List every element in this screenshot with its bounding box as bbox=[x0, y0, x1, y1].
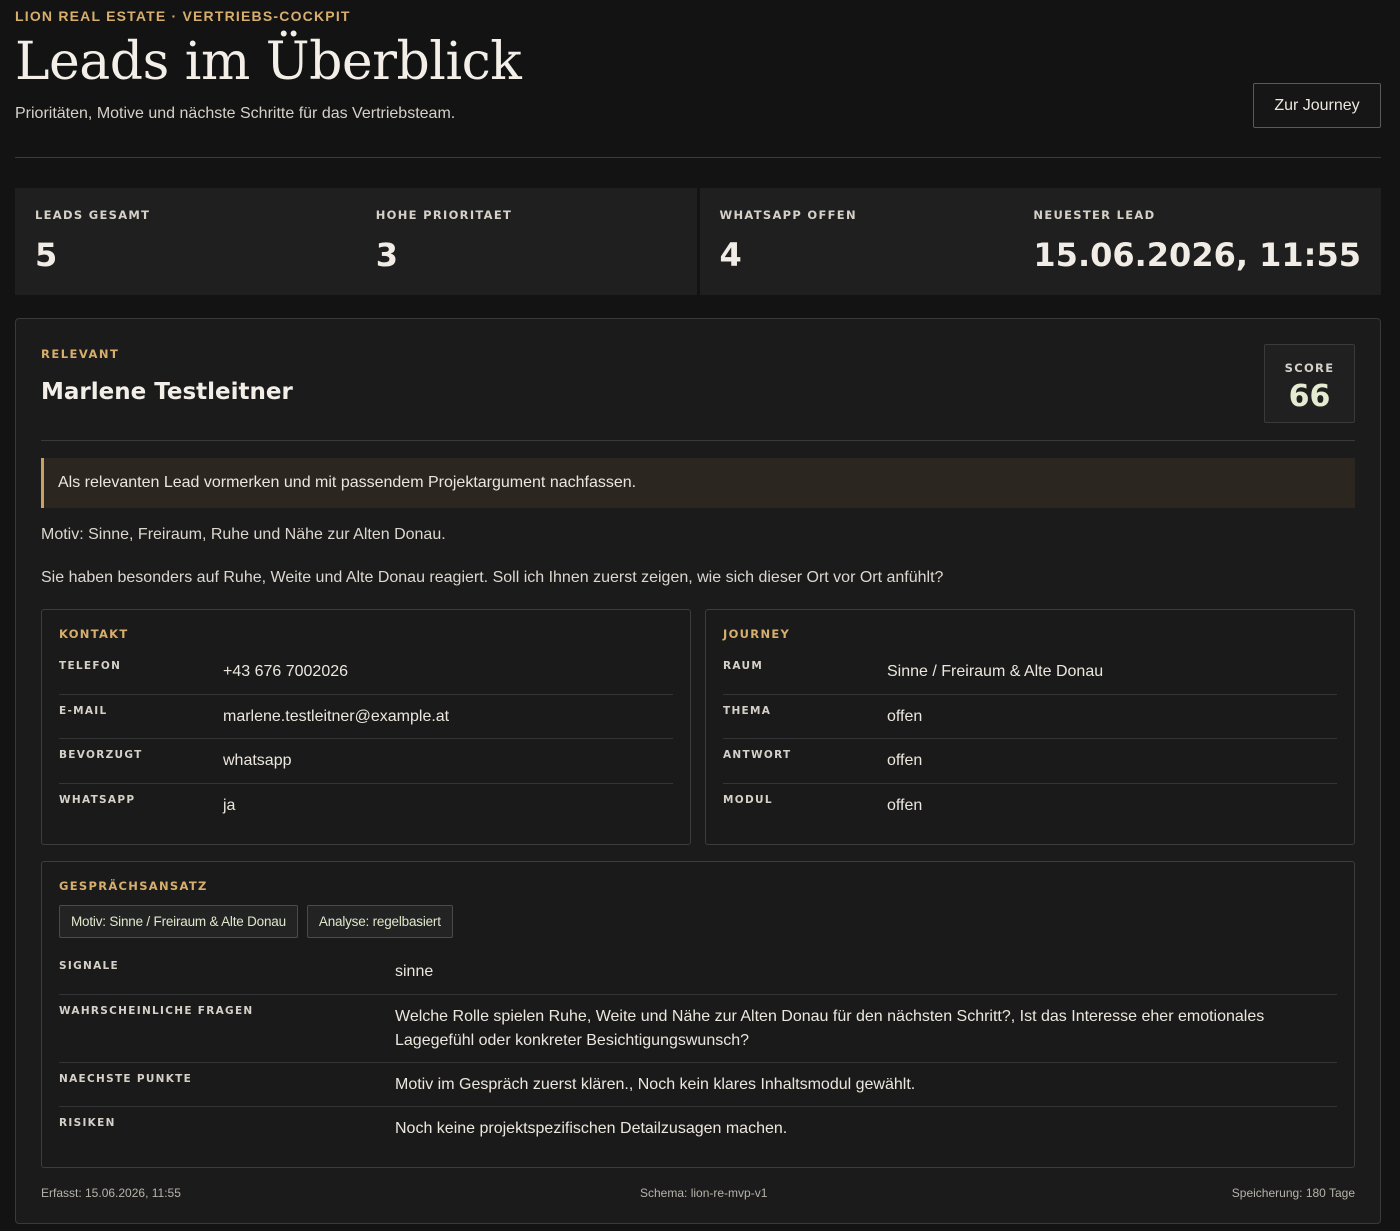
conversation-hook-text: Sie haben besonders auf Ruhe, Weite und … bbox=[41, 569, 944, 586]
contact-row-preferred: BEVORZUGT whatsapp bbox=[59, 739, 673, 784]
row-value: sinne bbox=[395, 963, 434, 980]
contact-rows: TELEFON +43 676 7002026 E-MAIL marlene.t… bbox=[59, 650, 673, 828]
stat-newest-lead: NEUESTER LEAD 15.06.2026, 11:55 bbox=[1013, 188, 1381, 295]
score-label: SCORE bbox=[1284, 361, 1335, 375]
journey-rows: RAUM Sinne / Freiraum & Alte Donau THEMA… bbox=[723, 650, 1337, 828]
recommendation-callout: Als relevanten Lead vormerken und mit pa… bbox=[41, 458, 1355, 508]
row-value: Sinne / Freiraum & Alte Donau bbox=[887, 663, 1104, 680]
stat-label: HOHE PRIORITAET bbox=[375, 208, 513, 222]
contact-panel: KONTAKT TELEFON +43 676 7002026 E-MAIL m… bbox=[41, 609, 691, 845]
journey-row-topic: THEMA offen bbox=[723, 695, 1337, 739]
stat-value: 15.06.2026, 11:55 bbox=[1033, 236, 1361, 274]
lead-name: Marlene Testleitner bbox=[41, 379, 293, 405]
row-value: offen bbox=[887, 797, 923, 814]
lead-priority-tag: RELEVANT bbox=[41, 347, 120, 361]
row-key: SIGNALE bbox=[59, 960, 119, 972]
stats-group-right: WHATSAPP OFFEN 4 NEUESTER LEAD 15.06.202… bbox=[699, 188, 1381, 295]
score-value: 66 bbox=[1288, 379, 1331, 414]
row-value: ja bbox=[223, 797, 236, 814]
contact-row-phone: TELEFON +43 676 7002026 bbox=[59, 650, 673, 695]
contact-panel-title: KONTAKT bbox=[59, 627, 129, 641]
row-key: ANTWORT bbox=[723, 749, 792, 761]
stat-value: 5 bbox=[35, 236, 58, 274]
motive-text: Motiv: Sinne, Freiraum, Ruhe und Nähe zu… bbox=[41, 526, 446, 543]
row-key: WHATSAPP bbox=[59, 794, 136, 806]
row-value: Noch keine projektspezifischen Detailzus… bbox=[395, 1120, 788, 1137]
stat-high-priority: HOHE PRIORITAET 3 bbox=[356, 188, 697, 295]
stat-label: LEADS GESAMT bbox=[35, 208, 151, 222]
journey-row-room: RAUM Sinne / Freiraum & Alte Donau bbox=[723, 650, 1337, 695]
row-key: NAECHSTE PUNKTE bbox=[59, 1073, 193, 1085]
row-value: +43 676 7002026 bbox=[223, 663, 349, 680]
row-value: Motiv im Gespräch zuerst klären., Noch k… bbox=[395, 1076, 916, 1093]
lead-divider bbox=[41, 440, 1355, 441]
journey-row-module: MODUL offen bbox=[723, 784, 1337, 828]
header-divider bbox=[15, 157, 1381, 158]
journey-button[interactable]: Zur Journey bbox=[1253, 83, 1381, 128]
approach-row-risks: RISIKEN Noch keine projektspezifischen D… bbox=[59, 1107, 1337, 1151]
approach-panel-title: GESPRÄCHSANSATZ bbox=[59, 879, 208, 893]
storage-retention: Speicherung: 180 Tage bbox=[1231, 1186, 1355, 1200]
row-value: whatsapp bbox=[223, 752, 292, 769]
motive-chip: Motiv: Sinne / Freiraum & Alte Donau bbox=[59, 905, 298, 938]
page-subtitle: Prioritäten, Motive und nächste Schritte… bbox=[15, 105, 456, 122]
row-value: offen bbox=[887, 708, 923, 725]
lead-card: RELEVANT Marlene Testleitner SCORE 66 Al… bbox=[15, 318, 1381, 1224]
analysis-chip: Analyse: regelbasiert bbox=[306, 905, 453, 938]
row-key: WAHRSCHEINLICHE FRAGEN bbox=[59, 1005, 254, 1017]
page-title: Leads im Überblick bbox=[15, 32, 522, 92]
stat-label: NEUESTER LEAD bbox=[1033, 208, 1156, 222]
journey-row-answer: ANTWORT offen bbox=[723, 739, 1337, 784]
approach-row-questions: WAHRSCHEINLICHE FRAGEN Welche Rolle spie… bbox=[59, 995, 1337, 1063]
app-eyebrow: LION REAL ESTATE · VERTRIEBS-COCKPIT bbox=[15, 8, 351, 24]
approach-row-signals: SIGNALE sinne bbox=[59, 950, 1337, 995]
score-badge: SCORE 66 bbox=[1264, 344, 1355, 423]
approach-panel: GESPRÄCHSANSATZ Motiv: Sinne / Freiraum … bbox=[41, 861, 1355, 1168]
stats-group-left: LEADS GESAMT 5 HOHE PRIORITAET 3 bbox=[15, 188, 697, 295]
contact-row-whatsapp: WHATSAPP ja bbox=[59, 784, 673, 828]
stat-value: 4 bbox=[719, 236, 742, 274]
stat-leads-total: LEADS GESAMT 5 bbox=[15, 188, 356, 295]
row-key: RAUM bbox=[723, 660, 764, 672]
stat-whatsapp-open: WHATSAPP OFFEN 4 bbox=[700, 188, 1014, 295]
row-key: E-MAIL bbox=[59, 705, 108, 717]
stat-label: WHATSAPP OFFEN bbox=[719, 208, 857, 222]
row-key: MODUL bbox=[723, 794, 773, 806]
captured-timestamp: Erfasst: 15.06.2026, 11:55 bbox=[41, 1186, 181, 1200]
journey-panel: JOURNEY RAUM Sinne / Freiraum & Alte Don… bbox=[705, 609, 1355, 845]
approach-row-next-points: NAECHSTE PUNKTE Motiv im Gespräch zuerst… bbox=[59, 1063, 1337, 1107]
row-key: BEVORZUGT bbox=[59, 749, 143, 761]
row-key: TELEFON bbox=[59, 660, 122, 672]
row-value: offen bbox=[887, 752, 923, 769]
approach-rows: SIGNALE sinne WAHRSCHEINLICHE FRAGEN Wel… bbox=[59, 950, 1337, 1151]
journey-panel-title: JOURNEY bbox=[723, 627, 791, 641]
row-key: RISIKEN bbox=[59, 1117, 116, 1129]
stat-value: 3 bbox=[375, 236, 399, 274]
schema-version: Schema: lion-re-mvp-v1 bbox=[640, 1186, 768, 1200]
row-value: Welche Rolle spielen Ruhe, Weite und Näh… bbox=[395, 1008, 1265, 1049]
row-value: marlene.testleitner@example.at bbox=[223, 708, 450, 725]
stats-bar: LEADS GESAMT 5 HOHE PRIORITAET 3 WHATSAP… bbox=[15, 188, 1381, 295]
approach-chips: Motiv: Sinne / Freiraum & Alte Donau Ana… bbox=[59, 905, 453, 938]
row-key: THEMA bbox=[723, 705, 772, 717]
contact-row-email: E-MAIL marlene.testleitner@example.at bbox=[59, 695, 673, 739]
